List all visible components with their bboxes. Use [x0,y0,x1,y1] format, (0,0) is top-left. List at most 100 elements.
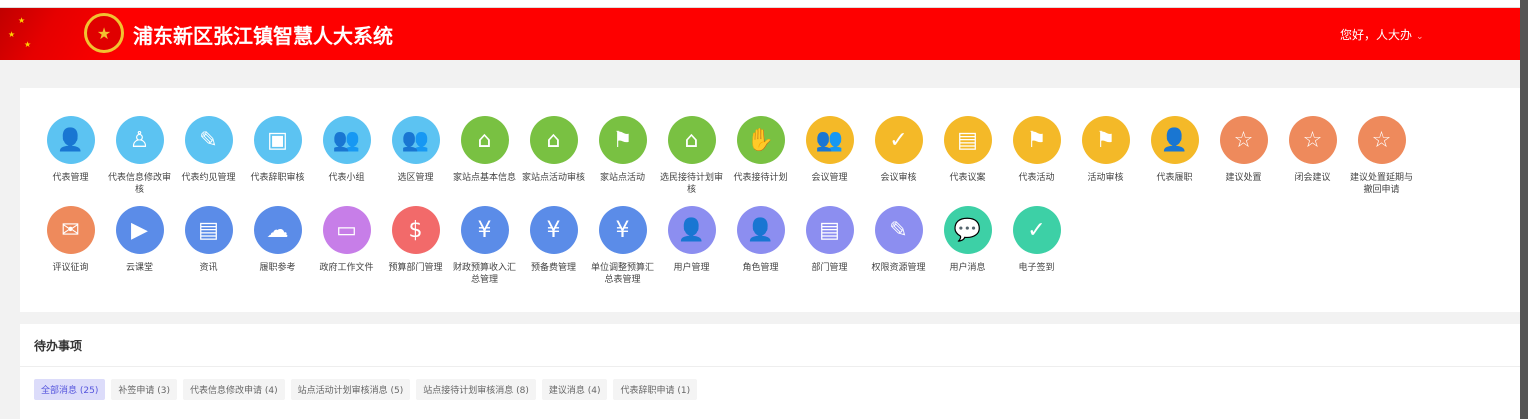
todo-tab[interactable]: 全部消息 (25) [34,379,106,400]
todo-tab[interactable]: 补签申请 (3) [111,379,177,400]
app-label: 用户管理 [673,263,710,273]
app-header: ★ ★ ★ ★ 浦东新区张江镇智慧人大系统 您好，人大办 ⌄ [0,8,1520,60]
app-item[interactable]: ☆ 建议处置 [1209,116,1278,206]
app-item[interactable]: ✎ 权限资源管理 [864,206,933,296]
app-icon: 👤 [46,116,95,164]
app-item[interactable]: ▭ 政府工作文件 [312,206,381,296]
app-item[interactable]: ☆ 建议处置延期与撤回申请 [1347,116,1416,206]
app-icon: ♙ [115,116,164,164]
todo-tab[interactable]: 代表信息修改申请 (4) [182,379,285,400]
todo-title: 待办事项 [34,339,83,353]
app-icon: ¥ [460,206,509,254]
app-label: 资讯 [199,263,218,273]
todo-tab[interactable]: 站点接待计划审核消息 (8) [416,379,536,400]
app-icon: ⌂ [667,116,716,164]
app-item[interactable]: ▶ 云课堂 [105,206,174,296]
app-icon: ▤ [184,206,233,254]
app-launcher-panel: 👤 代表管理 ♙ 代表信息修改审核 ✎ 代表约见管理 ▣ 代表辞职审核 👥 代表小组 👥 选区管理 ⌂ 家… [20,88,1520,312]
app-item[interactable]: ✋ 代表接待计划 [726,116,795,206]
app-label: 选民接待计划审核 [659,173,723,195]
app-item[interactable]: ✓ 会议审核 [864,116,933,206]
app-item[interactable]: ⌂ 选民接待计划审核 [657,116,726,206]
app-item[interactable]: ¥ 财政预算收入汇总管理 [450,206,519,296]
app-label: 电子签到 [1018,263,1055,273]
app-icon: 👤 [1150,116,1199,164]
app-item[interactable]: ⚑ 代表活动 [1002,116,1071,206]
app-label: 建议处置 [1225,173,1262,183]
app-label: 闭会建议 [1294,173,1331,183]
national-emblem-icon: ★ [84,13,124,53]
app-item[interactable]: ⌂ 家站点基本信息 [450,116,519,206]
app-icon: 👥 [391,116,440,164]
app-item[interactable]: 👥 选区管理 [381,116,450,206]
app-item[interactable]: ⚑ 活动审核 [1071,116,1140,206]
app-item[interactable]: ✓ 电子签到 [1002,206,1071,296]
app-item[interactable]: ✎ 代表约见管理 [174,116,243,206]
app-item[interactable]: ♙ 代表信息修改审核 [105,116,174,206]
app-label: 预备费管理 [530,263,576,273]
app-label: 家站点活动审核 [521,173,585,183]
app-icon: ☆ [1357,116,1406,164]
scrollbar[interactable] [1520,0,1528,419]
app-label: 权限资源管理 [871,263,926,273]
app-label: 财政预算收入汇总管理 [452,263,516,285]
app-label: 预算部门管理 [388,263,443,273]
app-icon: ▣ [253,116,302,164]
app-item[interactable]: ▤ 资讯 [174,206,243,296]
app-item[interactable]: ¥ 单位调整预算汇总表管理 [588,206,657,296]
app-grid: 👤 代表管理 ♙ 代表信息修改审核 ✎ 代表约见管理 ▣ 代表辞职审核 👥 代表小组 👥 选区管理 ⌂ 家… [36,116,1476,296]
app-icon: ⚑ [598,116,647,164]
app-item[interactable]: ⚑ 家站点活动 [588,116,657,206]
app-item[interactable]: 👤 角色管理 [726,206,795,296]
app-item[interactable]: ¥ 预备费管理 [519,206,588,296]
app-item[interactable]: ▣ 代表辞职审核 [243,116,312,206]
app-icon: ☁ [253,206,302,254]
app-item[interactable]: $ 预算部门管理 [381,206,450,296]
app-icon: 👤 [667,206,716,254]
app-label: 活动审核 [1087,173,1124,183]
app-item[interactable]: ✉ 评议征询 [36,206,105,296]
app-label: 履职参考 [259,263,296,273]
app-item[interactable]: 👥 代表小组 [312,116,381,206]
app-icon: ✓ [874,116,923,164]
app-item[interactable]: ⌂ 家站点活动审核 [519,116,588,206]
todo-tabs: 全部消息 (25) 补签申请 (3) 代表信息修改申请 (4) 站点活动计划审核消息 … [34,379,698,400]
user-menu[interactable]: 您好，人大办 ⌄ [1340,26,1424,43]
app-icon: ✎ [184,116,233,164]
app-label: 代表活动 [1018,173,1055,183]
app-label: 代表辞职审核 [250,173,305,183]
user-greeting: 您好，人大办 [1340,28,1413,42]
app-item[interactable]: 👤 代表履职 [1140,116,1209,206]
app-label: 建议处置延期与撤回申请 [1349,173,1413,195]
app-icon: ⌂ [529,116,578,164]
app-item[interactable]: ▤ 部门管理 [795,206,864,296]
app-item[interactable]: ▤ 代表议案 [933,116,1002,206]
todo-tab[interactable]: 代表辞职申请 (1) [613,379,698,400]
app-label: 代表接待计划 [733,173,788,183]
app-label: 家站点基本信息 [452,173,516,183]
app-label: 代表议案 [949,173,986,183]
app-icon: ☆ [1288,116,1337,164]
app-item[interactable]: ☁ 履职参考 [243,206,312,296]
app-label: 会议管理 [811,173,848,183]
app-label: 单位调整预算汇总表管理 [590,263,654,285]
app-item[interactable]: 👥 会议管理 [795,116,864,206]
app-icon: ✉ [46,206,95,254]
app-item[interactable]: ☆ 闭会建议 [1278,116,1347,206]
app-label: 角色管理 [742,263,779,273]
app-label: 用户消息 [949,263,986,273]
app-title: 浦东新区张江镇智慧人大系统 [133,24,393,48]
app-icon: ¥ [529,206,578,254]
app-icon: ¥ [598,206,647,254]
app-item[interactable]: 👤 用户管理 [657,206,726,296]
app-label: 代表履职 [1156,173,1193,183]
app-item[interactable]: 💬 用户消息 [933,206,1002,296]
app-label: 会议审核 [880,173,917,183]
app-item[interactable]: 👤 代表管理 [36,116,105,206]
app-icon: ▶ [115,206,164,254]
app-icon: $ [391,206,440,254]
todo-tab[interactable]: 站点活动计划审核消息 (5) [290,379,411,400]
todo-tab[interactable]: 建议消息 (4) [541,379,608,400]
app-icon: ▤ [805,206,854,254]
app-icon: 💬 [943,206,992,254]
